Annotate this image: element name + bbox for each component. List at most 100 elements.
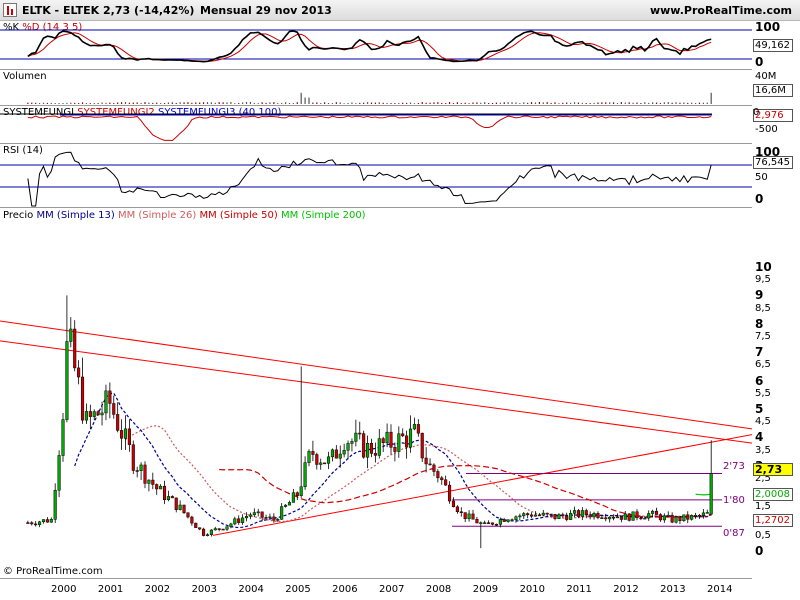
candle-body [420,432,424,459]
candle-body [186,512,190,518]
candle [295,491,299,501]
candle-body [260,511,264,518]
candle-body [135,470,139,472]
candle [416,419,420,437]
systemfungi-panel[interactable]: SYSTEMFUNGI SYSTEMFUNGI2 SYSTEMFUNGI3 (4… [0,106,752,144]
candle-body [658,514,662,521]
candle-body [514,516,518,520]
candle [682,514,686,522]
candle-body [682,514,686,521]
candle-body [38,521,42,525]
candle-body [295,492,299,496]
candle-body [366,443,370,458]
y-tick-label: 6 [755,373,764,388]
candle-body [408,428,413,448]
level-label-273: 2'73 [723,461,745,472]
candle-body [252,512,256,516]
candle [147,479,151,492]
candle-body [596,513,600,518]
candle-body [194,522,198,528]
candle [311,440,315,462]
candle [123,415,128,450]
stochastic-panel[interactable]: %K %D (14 3 5) [0,21,752,70]
candle [120,419,124,450]
candle [256,508,260,517]
candle-body [319,462,323,465]
candle [69,317,73,348]
candle [217,528,221,532]
candle-body [541,512,545,516]
candle-body [57,455,61,491]
candle-body [307,451,311,463]
candle-body [123,428,128,439]
candle [260,511,264,522]
rsi-panel[interactable]: RSI (14) [0,144,752,208]
chart-icon[interactable] [3,3,17,17]
stoch-value-box: 49,162 [753,39,793,52]
candle-body [30,522,34,525]
candle-body [209,529,213,535]
stoch-tick-0: 0 [755,55,764,69]
candle-body [205,534,210,536]
price-panel[interactable]: Precio MM (Simple 13) MM (Simple 26) MM … [0,208,752,579]
candle-body [291,492,295,503]
candle-body [623,513,627,520]
candle [576,509,580,519]
candle-body [244,516,249,519]
rsi-line [27,151,712,207]
candle [49,517,53,523]
candle [84,403,88,424]
candle-body [416,424,420,434]
candle [432,463,436,477]
candle [202,527,206,537]
rsi-scale: 100 76,545 50 0 [753,144,800,208]
candle [709,440,713,516]
candle-body [248,514,252,517]
x-tick-label: 2010 [519,584,546,595]
candle [444,475,448,486]
y-tick-label: 5,5 [755,387,771,399]
candle [592,511,596,520]
x-tick-label: 2014 [707,584,733,595]
candle [490,522,495,526]
y-tick-label: 4 [755,430,764,445]
candle-body [69,328,73,342]
candle [674,515,678,524]
x-tick-label: 2008 [425,584,452,595]
candle [135,466,139,478]
candle-body [377,438,381,456]
y-tick-label: 4,5 [755,416,771,428]
candle [358,421,362,440]
candle [377,429,381,459]
sf-tick-500: -500 [755,124,778,135]
candle [526,512,530,519]
sf-tick-0: 0 [753,107,760,118]
candle-body [166,496,170,501]
volume-value-box: 16,6M [753,84,793,97]
candle [635,509,639,521]
candle [291,489,295,503]
candle [666,511,670,517]
candle-body [88,411,92,417]
candle-body [530,514,534,517]
candle-body [670,514,674,523]
candle [459,507,463,517]
candle-body [272,516,276,521]
candle [420,432,424,462]
y-tick-label: 5 [755,402,764,416]
volume-panel[interactable]: Volumen [0,70,752,106]
candle [139,462,143,480]
candle [440,475,444,485]
candle-body [84,411,88,421]
candle-body [41,519,46,523]
candle-body [299,486,303,496]
candle-body [334,449,338,459]
candle [654,507,659,515]
candle-body [178,504,182,510]
candle [561,512,565,519]
candle-body [34,523,38,526]
candle-body [233,518,237,525]
candle [494,523,498,526]
candle-body [444,479,448,486]
candle-body [440,477,444,481]
